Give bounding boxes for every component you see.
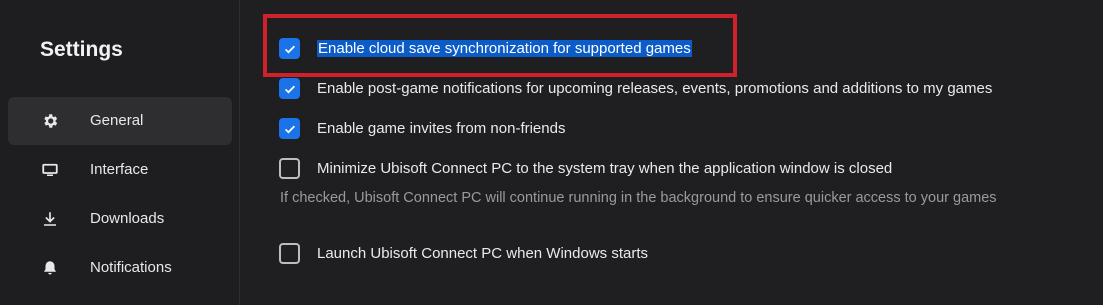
gear-icon [40, 111, 60, 131]
option-label: Enable post-game notifications for upcom… [317, 80, 993, 97]
option-game-invites[interactable]: Enable game invites from non-friends [279, 118, 565, 139]
option-minimize-to-tray[interactable]: Minimize Ubisoft Connect PC to the syste… [279, 158, 892, 179]
checkmark-icon [284, 85, 295, 93]
sidebar-item-label: Downloads [90, 210, 165, 227]
checkbox-checked[interactable] [279, 78, 300, 99]
option-label: Enable game invites from non-friends [317, 120, 566, 137]
help-text: If checked, Ubisoft Connect PC will cont… [280, 190, 997, 206]
option-launch-on-startup[interactable]: Launch Ubisoft Connect PC when Windows s… [279, 243, 648, 264]
option-label: Minimize Ubisoft Connect PC to the syste… [317, 160, 893, 177]
monitor-icon [40, 160, 60, 180]
sidebar-item-general[interactable]: General [8, 97, 232, 145]
option-label: Launch Ubisoft Connect PC when Windows s… [317, 245, 648, 262]
sidebar-item-interface[interactable]: Interface [8, 146, 232, 194]
sidebar-item-label: Notifications [90, 259, 172, 276]
checkbox-checked[interactable] [279, 118, 300, 139]
sidebar-item-label: General [90, 112, 144, 129]
checkbox-unchecked[interactable] [279, 158, 300, 179]
annotation-highlight-box [263, 14, 737, 77]
sidebar-item-label: Interface [90, 161, 149, 178]
sidebar: Settings General Interface Downloads Not… [0, 0, 240, 305]
sidebar-item-downloads[interactable]: Downloads [8, 195, 232, 243]
bell-icon [40, 258, 60, 278]
sidebar-item-notifications[interactable]: Notifications [8, 244, 232, 292]
settings-content: Enable cloud save synchronization for su… [241, 0, 1103, 305]
download-icon [40, 209, 60, 229]
sidebar-title: Settings [40, 38, 123, 61]
checkbox-unchecked[interactable] [279, 243, 300, 264]
checkmark-icon [284, 125, 295, 133]
option-post-game-notifications[interactable]: Enable post-game notifications for upcom… [279, 78, 992, 99]
